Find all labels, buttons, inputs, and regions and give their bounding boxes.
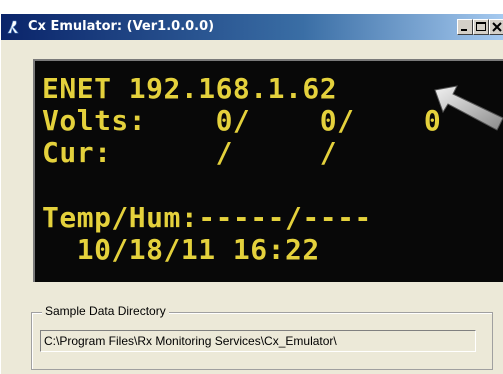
lcd-line-datetime: 10/18/11 16:22 [42,233,320,266]
window-title: Cx Emulator: (Ver1.0.0.0) [28,19,215,34]
pointer-arrow-icon [434,85,503,131]
minimize-button[interactable] [457,19,473,35]
maximize-button[interactable] [473,19,489,35]
sample-data-label: Sample Data Directory [42,304,169,318]
close-button[interactable] [489,19,503,35]
close-icon [492,22,502,32]
lcd-line-volts: Volts: 0/ 0/ 0 [42,104,442,137]
maximize-icon [476,22,486,31]
sample-data-path-field[interactable]: C:\Program Files\Rx Monitoring Services\… [40,330,476,352]
rx-logo-icon [6,19,22,35]
title-bar[interactable]: Cx Emulator: (Ver1.0.0.0) [1,14,503,40]
sample-data-group: Sample Data Directory C:\Program Files\R… [31,304,493,370]
emulator-window: Cx Emulator: (Ver1.0.0.0) ENET 192.168.1… [0,13,503,374]
lcd-line-current: Cur: / / [42,136,338,169]
minimize-icon [461,29,467,31]
lcd-line-temp-hum: Temp/Hum:-----/---- [42,201,372,234]
lcd-line-enet: ENET 192.168.1.62 [42,72,338,105]
